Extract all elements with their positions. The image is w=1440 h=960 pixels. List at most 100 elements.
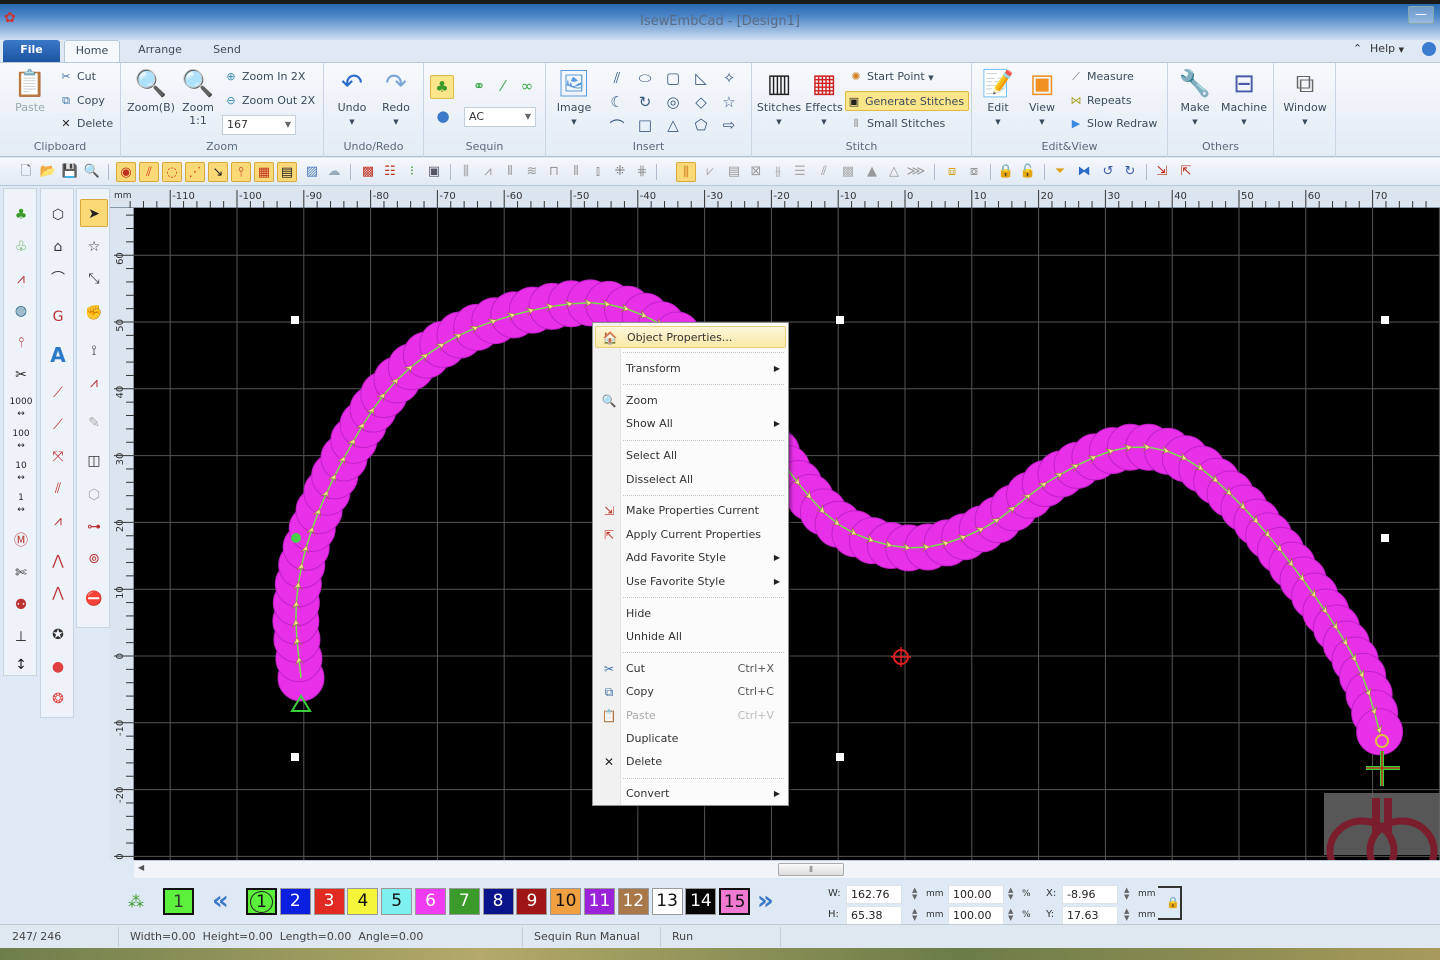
color-swatch-11[interactable]: 11: [584, 888, 615, 915]
3d-view-icon[interactable]: ☁: [324, 162, 344, 182]
color-swatch-7[interactable]: 7: [448, 888, 480, 915]
satin-stitch-icon[interactable]: ⫽: [139, 162, 159, 182]
polygon-tool-icon[interactable]: ⬡: [44, 201, 72, 229]
menu-item-add-favorite-style[interactable]: Add Favorite Style ▶: [595, 547, 786, 569]
make-button[interactable]: 🔧 Make ▼: [1174, 69, 1216, 127]
node-edit-icon[interactable]: ⟟: [80, 337, 108, 365]
menu-item-make-properties-current[interactable]: ⇲ Make Properties Current: [595, 500, 786, 522]
sequin-insert-icon[interactable]: ♣: [7, 201, 35, 229]
pattern-11-icon[interactable]: ⩗: [700, 162, 720, 182]
pattern-17-icon[interactable]: ▩: [838, 162, 858, 182]
flip-horizontal-icon[interactable]: ⧓: [1074, 162, 1094, 182]
triangle-icon[interactable]: △: [662, 116, 684, 134]
step-100-icon[interactable]: 100 ↔: [7, 425, 35, 453]
bobbin-icon[interactable]: ◍: [7, 297, 35, 325]
current-color-swatch[interactable]: 1: [163, 888, 194, 915]
color-swatch-4[interactable]: 4: [347, 888, 379, 915]
tab-arrange[interactable]: Arrange: [130, 40, 190, 62]
menu-item-convert[interactable]: Convert ▶: [595, 783, 786, 805]
print-preview-icon[interactable]: 🔍: [82, 162, 102, 182]
window-button[interactable]: ⧉ Window ▼: [1280, 69, 1330, 127]
sequin-colors-icon[interactable]: ●: [432, 107, 454, 125]
polyline-1-icon[interactable]: ⋀: [44, 547, 72, 575]
color-swatch-12[interactable]: 12: [617, 888, 649, 915]
step-10-icon[interactable]: 10 ↔: [7, 457, 35, 485]
color-sequence-icon[interactable]: ▩: [358, 162, 378, 182]
color-swatch-13[interactable]: 13: [651, 888, 683, 915]
pattern-16-icon[interactable]: ⫽: [814, 162, 834, 182]
hexagon-icon[interactable]: ⬡: [80, 481, 108, 509]
effects-button[interactable]: ▦ Effects ▼: [802, 69, 846, 127]
tab-send[interactable]: Send: [204, 40, 250, 62]
menu-item-delete[interactable]: ✕ Delete: [595, 751, 786, 773]
color-swatch-3[interactable]: 3: [313, 888, 345, 915]
color-swatch-2[interactable]: 2: [279, 888, 311, 915]
stitch-edit-icon[interactable]: Ⓜ: [7, 527, 35, 555]
diamond-icon[interactable]: ◇: [690, 93, 712, 111]
menu-item-select-all[interactable]: Select All: [595, 445, 786, 467]
complex-fill-icon[interactable]: G: [44, 303, 72, 331]
satin-line-icon[interactable]: ⫽: [44, 475, 72, 503]
select-star-icon[interactable]: ☆: [80, 233, 108, 261]
tab-file[interactable]: File: [3, 40, 60, 62]
menu-item-copy[interactable]: ⧉ Copy Ctrl+C: [595, 681, 786, 703]
scroll-colors-right-icon[interactable]: »: [757, 886, 774, 916]
needle-length-icon[interactable]: ⫯: [7, 329, 35, 357]
select-pointer-icon[interactable]: ➤: [80, 199, 108, 227]
color-swatch-9[interactable]: 9: [516, 888, 548, 915]
menu-item-paste[interactable]: 📋 Paste Ctrl+V: [595, 705, 786, 727]
x-field[interactable]: -8.96: [1062, 885, 1118, 904]
menu-item-duplicate[interactable]: Duplicate: [595, 728, 786, 750]
star-icon[interactable]: ☆: [718, 93, 740, 111]
four-point-star-icon[interactable]: ✧: [718, 69, 740, 87]
motif-run-icon[interactable]: ⤧: [44, 443, 72, 471]
run-line-1-icon[interactable]: ⟋: [44, 379, 72, 407]
pattern-1-icon[interactable]: ⫼: [456, 162, 476, 182]
pattern-9-icon[interactable]: ⋕: [632, 162, 652, 182]
rounded-rect-icon[interactable]: ▢: [662, 69, 684, 87]
pattern-19-icon[interactable]: △: [884, 162, 904, 182]
delete-button[interactable]: ✕ Delete: [58, 114, 113, 134]
zoom-b-button[interactable]: 🔍 Zoom(B): [127, 69, 175, 114]
machine-button[interactable]: ⊟ Machine ▼: [1218, 69, 1270, 127]
sequin-tool-icon[interactable]: ♣: [430, 75, 454, 99]
stitches-button[interactable]: ▥ Stitches ▼: [756, 69, 802, 127]
color-swatch-6[interactable]: 6: [415, 888, 446, 915]
trim-length-icon[interactable]: ✂: [7, 361, 35, 389]
stop-hand-icon[interactable]: ⛔: [80, 585, 108, 613]
view-button[interactable]: ▣ View ▼: [1022, 69, 1062, 127]
sequin-remove-icon[interactable]: ♧: [7, 233, 35, 261]
pattern-5-icon[interactable]: ⊓: [544, 162, 564, 182]
menu-item-hide[interactable]: Hide: [595, 603, 786, 625]
sequin-line-icon[interactable]: ⁄: [492, 77, 514, 95]
curve-polygon-icon[interactable]: ⌂: [44, 233, 72, 261]
column-tool-icon[interactable]: ⌒: [44, 265, 72, 293]
apply-properties-icon[interactable]: ⇱: [1176, 162, 1196, 182]
small-stitches-button[interactable]: ⫴ Small Stitches: [848, 114, 946, 134]
pattern-12-icon[interactable]: ▤: [724, 162, 744, 182]
ellipse-icon[interactable]: ⬭: [634, 69, 656, 87]
x-spinner[interactable]: ▲ ▼: [1124, 887, 1129, 901]
width-field[interactable]: 162.76: [846, 885, 902, 904]
generate-stitches-button[interactable]: ▣ Generate Stitches: [845, 91, 970, 111]
pattern-13-icon[interactable]: ⊠: [746, 162, 766, 182]
start-point-button[interactable]: ✺ Start Point ▼: [848, 67, 933, 87]
menu-item-disselect-all[interactable]: Disselect All: [595, 469, 786, 491]
ring-icon[interactable]: ❂: [44, 685, 72, 713]
background-image-icon[interactable]: ▨: [302, 162, 322, 182]
spiral-icon[interactable]: ◎: [662, 93, 684, 111]
new-file-icon[interactable]: 🗋: [16, 162, 36, 182]
cut-button[interactable]: ✂ Cut: [58, 67, 96, 87]
freeform-icon[interactable]: ⌒: [606, 116, 628, 137]
pan-hand-icon[interactable]: ✊: [80, 299, 108, 327]
menu-item-apply-current-properties[interactable]: ⇱ Apply Current Properties: [595, 524, 786, 546]
globe-icon[interactable]: [1422, 42, 1436, 56]
y-spinner[interactable]: ▲ ▼: [1124, 908, 1129, 922]
polyline-3-icon[interactable]: ⋀: [44, 579, 72, 607]
pattern-2-icon[interactable]: ⩘: [478, 162, 498, 182]
color-list-icon[interactable]: ☷: [380, 162, 400, 182]
color-swatch-1[interactable]: 1: [246, 888, 277, 915]
tie-in-icon[interactable]: ⊥: [7, 623, 35, 651]
collapse-ribbon-icon[interactable]: ⌃: [1353, 42, 1362, 55]
sequin-chain-icon[interactable]: ∞: [516, 77, 538, 95]
